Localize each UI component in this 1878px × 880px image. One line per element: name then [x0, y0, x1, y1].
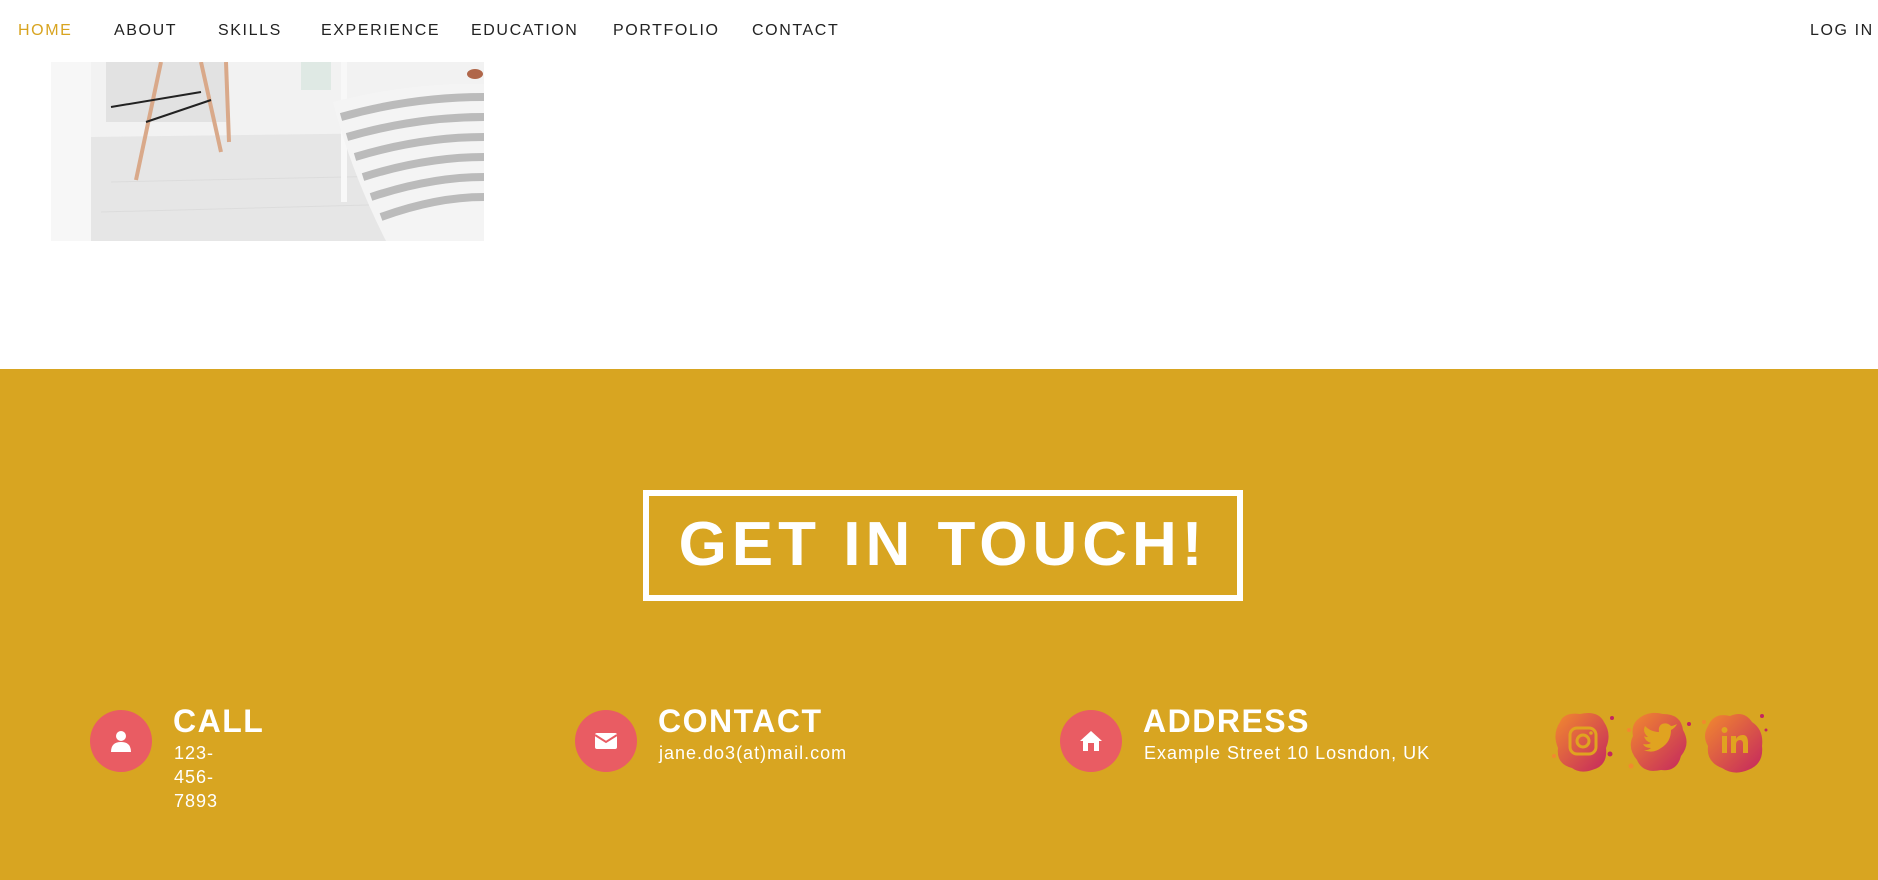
nav-contact-link[interactable]: CONTACT: [752, 22, 839, 40]
home-icon: [1060, 710, 1122, 772]
contact-email[interactable]: jane.do3(at)mail.com: [659, 741, 847, 765]
get-in-touch-frame: GET IN TOUCH!: [643, 490, 1243, 601]
address-text: Example Street 10 Losndon, UK: [1144, 743, 1431, 763]
user-icon: [90, 710, 152, 772]
instagram-icon[interactable]: [1550, 708, 1620, 776]
nav-experience-link[interactable]: EXPERIENCE: [321, 22, 440, 40]
top-navigation: HOME ABOUT SKILLS EXPERIENCE EDUCATION P…: [0, 0, 1878, 62]
nav-education-link[interactable]: EDUCATION: [471, 22, 578, 40]
contact-label: CONTACT: [658, 703, 823, 739]
nav-portfolio-link[interactable]: PORTFOLIO: [613, 22, 720, 40]
nav-about-link[interactable]: ABOUT: [114, 22, 177, 40]
call-phone-number[interactable]: 123-456-7893: [174, 741, 218, 813]
nav-home-link[interactable]: HOME: [18, 22, 72, 40]
login-link[interactable]: LOG IN: [1810, 22, 1874, 40]
nav-skills-link[interactable]: SKILLS: [218, 22, 282, 40]
contact-section: GET IN TOUCH! CALL 123-456-7893 CONTACT …: [0, 369, 1878, 880]
envelope-icon: [575, 710, 637, 772]
get-in-touch-heading: GET IN TOUCH!: [678, 510, 1208, 579]
twitter-icon[interactable]: [1625, 708, 1695, 776]
call-label: CALL: [173, 703, 265, 739]
address-label: ADDRESS: [1143, 703, 1310, 739]
linkedin-icon[interactable]: [1700, 708, 1770, 776]
portfolio-image-bedroom[interactable]: [51, 62, 484, 241]
